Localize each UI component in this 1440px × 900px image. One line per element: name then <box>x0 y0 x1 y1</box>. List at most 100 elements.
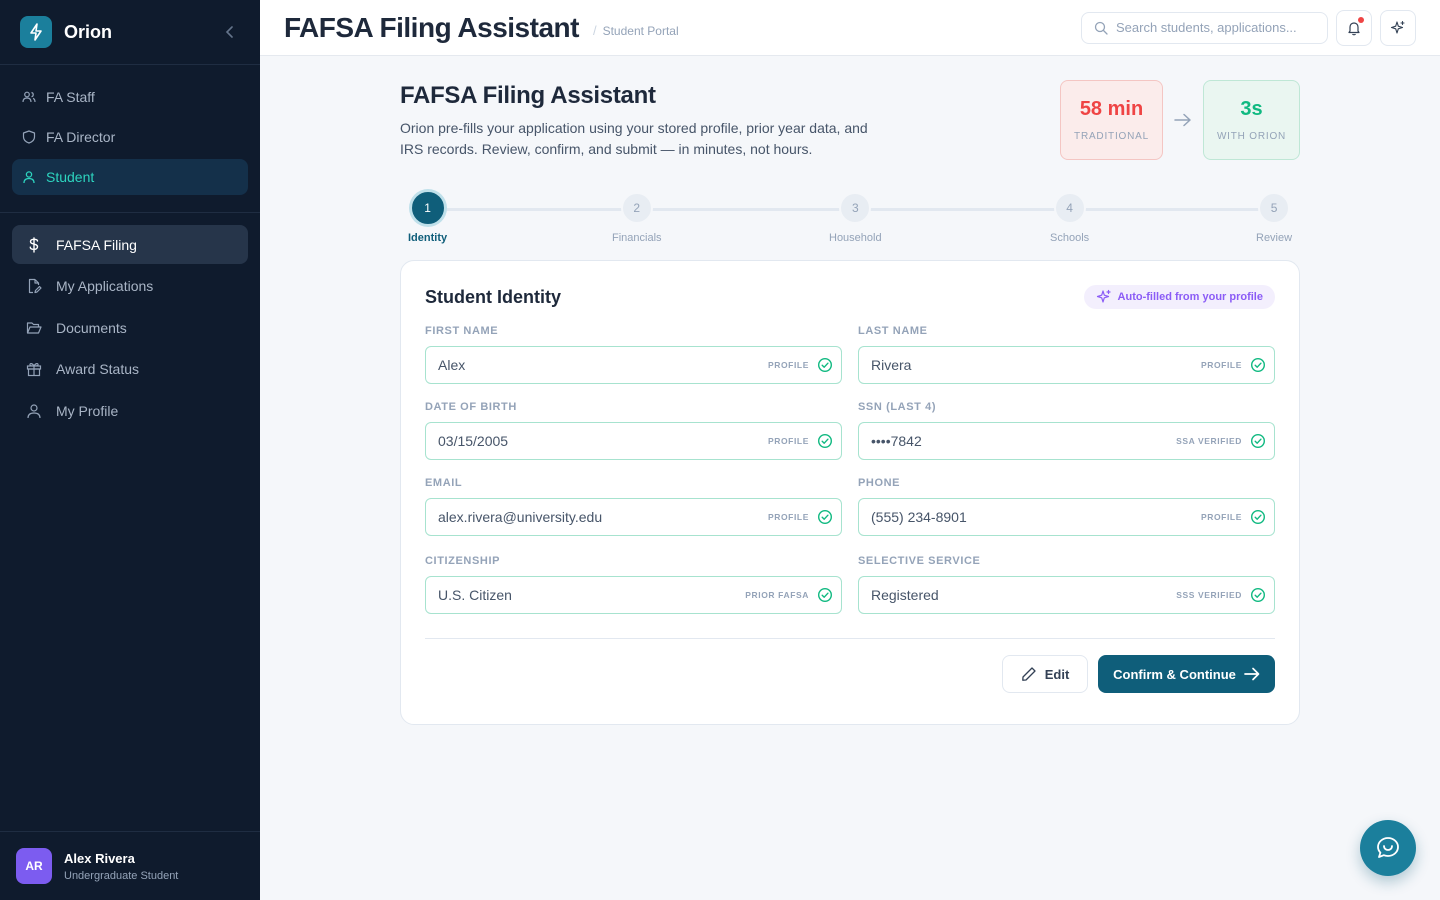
orion-time-label: WITH ORION <box>1216 131 1287 142</box>
role-student[interactable]: Student <box>12 159 248 195</box>
source-tag: PRIOR FAFSA <box>745 590 809 600</box>
field-label: SSN (LAST 4) <box>858 401 937 413</box>
step-household[interactable]: 3 Household <box>829 192 882 244</box>
ssn-input[interactable] <box>871 433 1177 449</box>
sidebar-item-fafsa-filing[interactable]: FAFSA Filing <box>12 225 248 264</box>
field-label: EMAIL <box>425 477 463 489</box>
step-label: Schools <box>1050 232 1090 244</box>
check-circle-icon <box>1250 587 1266 603</box>
field-box: SSS VERIFIED <box>858 576 1275 614</box>
breadcrumb-separator: / <box>592 23 597 38</box>
page-title: FAFSA Filing Assistant <box>284 11 579 43</box>
step-number: 5 <box>1258 192 1291 224</box>
field-label: CITIZENSHIP <box>425 555 501 567</box>
users-icon <box>22 91 36 103</box>
step-number: 2 <box>620 192 653 224</box>
field-label: PHONE <box>858 477 901 489</box>
collapse-sidebar-button[interactable] <box>220 22 240 42</box>
field-box: PROFILE <box>858 346 1275 384</box>
stepper: 1 Identity 2 Financials 3 Household 4 Sc… <box>400 192 1300 258</box>
user-profile[interactable]: AR Alex Rivera Undergraduate Student <box>0 831 260 900</box>
field-ssn-last4: SSN (LAST 4) SSA VERIFIED <box>858 401 1275 460</box>
source-tag: PROFILE <box>767 360 809 370</box>
confirm-continue-button[interactable]: Confirm & Continue <box>1098 655 1275 693</box>
citizenship-input[interactable] <box>438 587 746 603</box>
field-date-of-birth: DATE OF BIRTH PROFILE <box>425 401 842 460</box>
step-label: Financials <box>612 232 662 244</box>
sidebar-item-label: FAFSA Filing <box>56 236 137 253</box>
field-last-name: LAST NAME PROFILE <box>858 325 1275 384</box>
field-first-name: FIRST NAME PROFILE <box>425 325 842 384</box>
identity-fields: FIRST NAME PROFILE LAST NAME PROFILE DAT… <box>425 325 1275 631</box>
step-review[interactable]: 5 Review <box>1256 192 1292 244</box>
sidebar-item-label: My Applications <box>56 278 154 294</box>
role-fa-staff[interactable]: FA Staff <box>12 79 248 115</box>
folder-open-icon <box>26 321 42 335</box>
check-circle-icon <box>1250 509 1266 525</box>
search-box <box>1081 11 1328 44</box>
sidebar-item-documents[interactable]: Documents <box>12 308 248 347</box>
sidebar-item-my-applications[interactable]: My Applications <box>12 267 248 306</box>
edit-button[interactable]: Edit <box>1002 655 1088 693</box>
step-label: Identity <box>408 232 448 244</box>
notifications-button[interactable] <box>1336 9 1372 46</box>
source-tag: SSA VERIFIED <box>1176 436 1242 446</box>
last-name-input[interactable] <box>871 357 1201 373</box>
source-tag: SSS VERIFIED <box>1176 590 1242 600</box>
sidebar: Orion FA Staff FA Director Student FAFSA… <box>0 0 260 900</box>
file-edit-icon <box>26 278 42 294</box>
sidebar-nav: FAFSA Filing My Applications Documents A… <box>0 213 260 445</box>
search-input[interactable] <box>1116 20 1312 35</box>
sidebar-item-label: Award Status <box>56 361 140 377</box>
field-box: PROFILE <box>858 498 1275 536</box>
field-box: PROFILE <box>425 498 842 536</box>
avatar: AR <box>16 848 52 884</box>
field-box: SSA VERIFIED <box>858 422 1275 460</box>
step-label: Household <box>829 232 882 244</box>
app-name: Orion <box>64 21 112 42</box>
user-role: Undergraduate Student <box>64 869 179 882</box>
first-name-input[interactable] <box>438 357 768 373</box>
check-circle-icon <box>817 587 833 603</box>
sidebar-item-label: My Profile <box>56 402 119 419</box>
field-label: FIRST NAME <box>425 325 499 337</box>
selective-service-input[interactable] <box>871 587 1177 603</box>
ai-assistant-button[interactable] <box>1380 9 1416 46</box>
field-label: SELECTIVE SERVICE <box>858 555 981 567</box>
arrow-right-icon <box>1163 113 1203 127</box>
check-circle-icon <box>1250 357 1266 373</box>
breadcrumb[interactable]: Student Portal <box>603 24 679 38</box>
role-fa-director[interactable]: FA Director <box>12 119 248 155</box>
field-label: LAST NAME <box>858 325 928 337</box>
section-title: FAFSA Filing Assistant <box>400 82 656 109</box>
chat-assistant-button[interactable] <box>1360 820 1416 876</box>
field-box: PROFILE <box>425 346 842 384</box>
topbar: FAFSA Filing Assistant / Student Portal <box>260 0 1440 56</box>
step-financials[interactable]: 2 Financials <box>612 192 662 244</box>
arrow-right-icon <box>1244 667 1260 681</box>
role-switcher: FA Staff FA Director Student <box>0 65 260 213</box>
lightning-icon <box>20 16 52 48</box>
field-selective-service: SELECTIVE SERVICE SSS VERIFIED <box>858 555 1275 614</box>
field-label: DATE OF BIRTH <box>425 401 517 413</box>
role-label: Student <box>46 169 95 185</box>
shield-icon <box>22 130 36 144</box>
main-content: FAFSA Filing Assistant Orion pre-fills y… <box>400 80 1300 725</box>
orion-time-value: 3s <box>1240 98 1263 120</box>
source-tag: PROFILE <box>767 436 809 446</box>
traditional-time-label: TRADITIONAL <box>1074 131 1149 142</box>
sidebar-item-award-status[interactable]: Award Status <box>12 350 248 389</box>
sidebar-item-my-profile[interactable]: My Profile <box>12 391 248 430</box>
confirm-button-label: Confirm & Continue <box>1113 666 1236 682</box>
field-email: EMAIL PROFILE <box>425 477 842 536</box>
email-input[interactable] <box>438 509 768 525</box>
notification-dot <box>1358 16 1364 23</box>
phone-input[interactable] <box>871 509 1201 525</box>
date-of-birth-input[interactable] <box>438 433 768 449</box>
autofill-badge: Auto-filled from your profile <box>1083 285 1275 309</box>
step-schools[interactable]: 4 Schools <box>1050 192 1089 244</box>
step-identity[interactable]: 1 Identity <box>408 192 447 244</box>
sidebar-item-label: Documents <box>56 319 127 336</box>
source-tag: PROFILE <box>767 512 809 522</box>
step-label: Review <box>1256 232 1293 244</box>
